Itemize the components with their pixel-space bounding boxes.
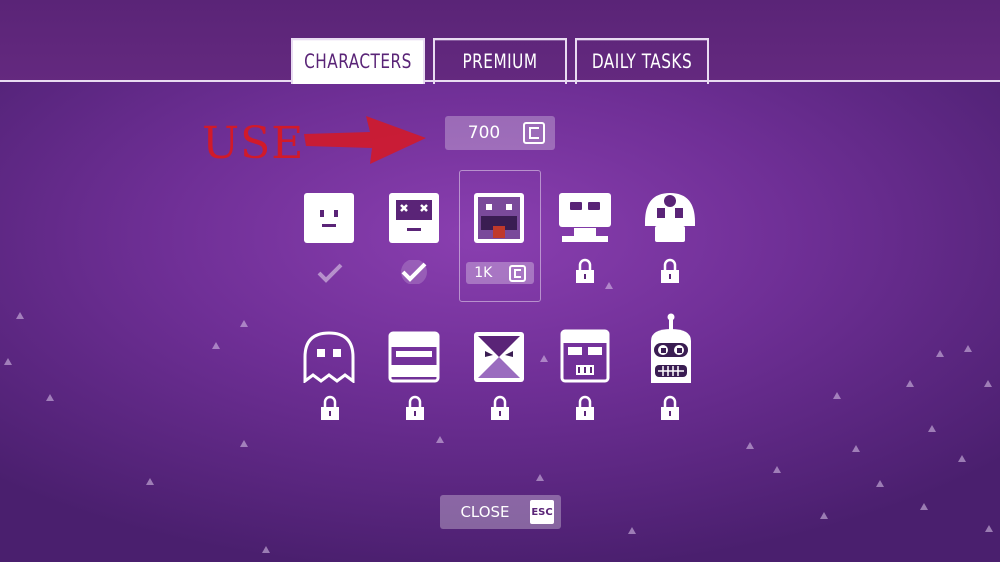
tab-premium[interactable]: PREMIUM	[433, 38, 567, 84]
particle-icon	[964, 345, 972, 352]
coin-icon	[523, 122, 545, 144]
coin-icon	[508, 264, 526, 282]
particle-icon	[536, 474, 544, 481]
close-button[interactable]: CLOSE ESC	[440, 495, 561, 529]
particle-icon	[628, 527, 636, 534]
particle-icon	[540, 355, 548, 362]
lock-icon	[576, 258, 594, 283]
particle-icon	[262, 546, 270, 553]
lock-icon	[491, 395, 509, 420]
slot-face-icon[interactable]	[388, 331, 440, 383]
particle-icon	[240, 320, 248, 327]
particle-icon	[876, 480, 884, 487]
coin-balance: 700	[445, 116, 555, 150]
particle-icon	[746, 442, 754, 449]
esc-key-badge: ESC	[530, 500, 554, 524]
ghost-face-icon[interactable]	[303, 331, 355, 383]
particle-icon	[984, 380, 992, 387]
particle-icon	[4, 358, 12, 365]
particle-icon	[928, 425, 936, 432]
angry-face-icon[interactable]	[473, 331, 525, 383]
particle-icon	[985, 525, 993, 532]
coin-amount: 700	[467, 123, 501, 143]
tongue-face-icon[interactable]	[473, 192, 525, 244]
bender-face-icon[interactable]	[645, 313, 697, 385]
particle-icon	[920, 503, 928, 510]
particle-icon	[46, 394, 54, 401]
particle-icon	[436, 436, 444, 443]
particle-icon	[773, 466, 781, 473]
particle-icon	[833, 392, 841, 399]
particle-icon	[936, 350, 944, 357]
trooper-face-icon[interactable]	[558, 329, 612, 383]
use-annotation: USE	[202, 118, 305, 169]
selected-check-icon	[401, 260, 427, 284]
mushroom-face-icon[interactable]	[643, 192, 697, 244]
particle-icon	[958, 455, 966, 462]
particle-icon	[906, 380, 914, 387]
lock-icon	[321, 395, 339, 420]
lock-icon	[576, 395, 594, 420]
particle-icon	[146, 478, 154, 485]
particle-icon	[852, 445, 860, 452]
red-arrow-icon	[304, 116, 426, 164]
lock-icon	[661, 258, 679, 283]
price-value: 1K	[474, 265, 493, 281]
tab-bar: CHARACTERS PREMIUM DAILY TASKS	[291, 38, 709, 84]
particle-icon	[16, 312, 24, 319]
close-label: CLOSE	[460, 503, 510, 521]
particle-icon	[212, 342, 220, 349]
owned-check-icon	[317, 263, 343, 283]
tab-characters[interactable]: CHARACTERS	[291, 38, 425, 84]
plain-face-icon[interactable]	[303, 192, 355, 244]
price-tag[interactable]: 1K	[466, 262, 534, 284]
lock-icon	[406, 395, 424, 420]
robot-face-icon[interactable]	[558, 192, 612, 244]
lock-icon	[661, 395, 679, 420]
particle-icon	[605, 282, 613, 289]
particle-icon	[240, 440, 248, 447]
particle-icon	[820, 512, 828, 519]
tab-daily-tasks[interactable]: DAILY TASKS	[575, 38, 709, 84]
x-eyes-face-icon[interactable]	[388, 192, 440, 244]
